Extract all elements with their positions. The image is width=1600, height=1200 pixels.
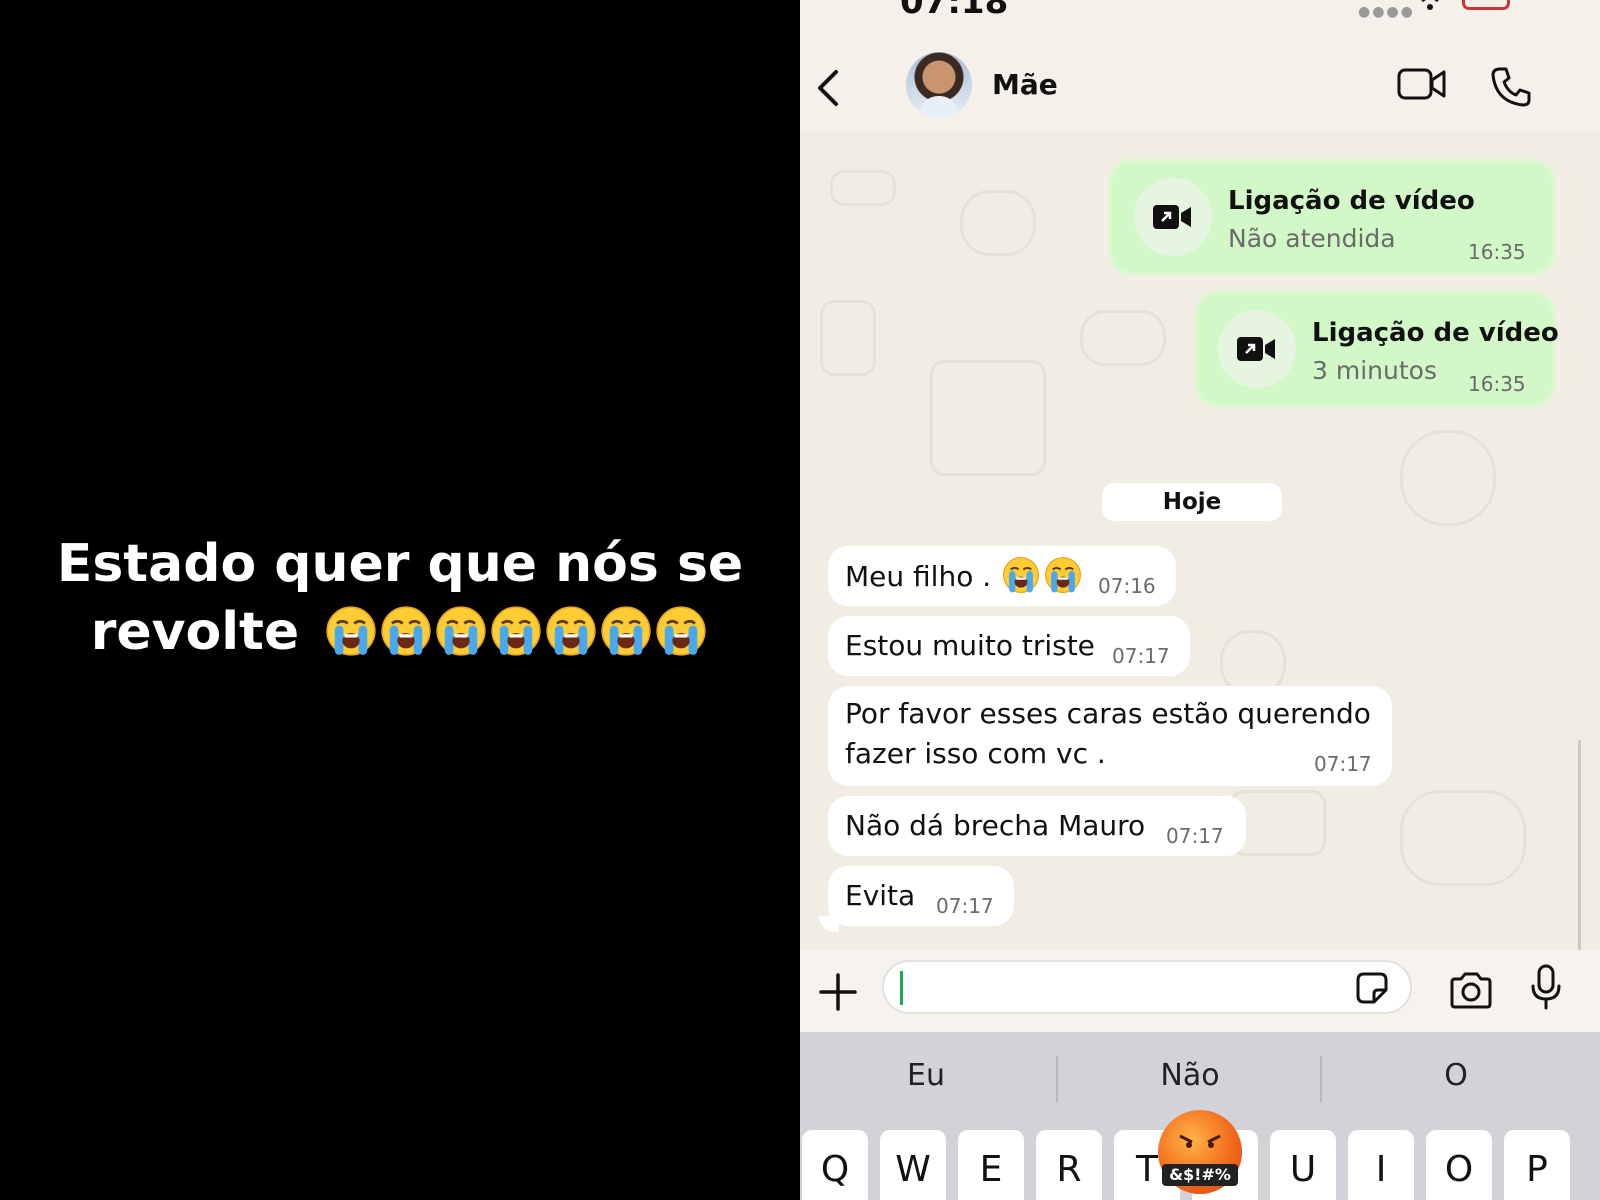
message-bubble[interactable]: Meu filho . 07:16 [828, 546, 1176, 606]
call-bubble[interactable]: Ligação de vídeo 3 minutos 16:35 [1198, 294, 1559, 404]
date-separator: Hoje [1102, 483, 1282, 521]
chevron-left-icon[interactable] [814, 68, 844, 108]
wifi-icon [1421, 0, 1439, 10]
message-text-line-1: Por favor esses caras estão querendo [845, 697, 1371, 730]
message-time: 07:16 [1098, 574, 1156, 598]
suggestion-divider [1320, 1056, 1322, 1102]
wallpaper-doodle [830, 170, 896, 206]
key-u[interactable]: U [1270, 1130, 1336, 1200]
loudly-crying-face-emoji [380, 605, 432, 657]
caption-emoji-row [317, 603, 709, 659]
plus-icon[interactable] [818, 972, 858, 1012]
suggestion-1[interactable]: Eu [800, 1058, 1056, 1093]
message-bubble[interactable]: Estou muito triste 07:17 [828, 616, 1190, 676]
story-caption: Estado quer que nós se revolte [40, 530, 760, 666]
battery-icon [1462, 0, 1510, 10]
video-camera-icon[interactable] [1396, 66, 1448, 102]
wallpaper-doodle [820, 300, 876, 376]
message-text-line-2: fazer isso com vc . [845, 737, 1106, 770]
wallpaper-doodle [1400, 790, 1526, 886]
message-text: Estou muito triste [845, 629, 1095, 662]
chat-area[interactable]: Ligação de vídeo Não atendida 16:35 Liga… [800, 130, 1600, 1040]
wallpaper-doodle [930, 360, 1046, 476]
bubble-tail [819, 916, 839, 932]
chat-header: Mãe [800, 40, 1600, 130]
symbols-bar: &$!#% [1162, 1164, 1238, 1186]
microphone-icon[interactable] [1530, 964, 1562, 1010]
caption-line-1: Estado quer que nós se [56, 534, 744, 594]
call-title: Ligação de vídeo [1312, 318, 1559, 348]
message-time: 07:17 [1166, 824, 1224, 848]
camera-icon[interactable] [1448, 972, 1494, 1010]
message-bubble[interactable]: Por favor esses caras estão querendo faz… [828, 686, 1392, 786]
sticker-icon[interactable] [1354, 970, 1390, 1006]
suggestion-divider [1056, 1056, 1058, 1102]
loudly-crying-face-emoji [655, 605, 707, 657]
caption-line-2: revolte [40, 598, 760, 666]
key-p[interactable]: P [1504, 1130, 1570, 1200]
phone-icon[interactable] [1490, 66, 1532, 108]
message-bubble[interactable]: Não dá brecha Mauro 07:17 [828, 796, 1246, 856]
caption-line-2-text: revolte [90, 602, 300, 662]
loudly-crying-face-emoji [545, 605, 597, 657]
whatsapp-screen: 07:18 ●●●● Mãe Ligação de vídeo Não aten… [800, 0, 1600, 1200]
call-status: Não atendida [1228, 224, 1396, 253]
status-time: 07:18 [900, 0, 1009, 22]
call-time: 16:35 [1468, 372, 1526, 396]
story-background: Estado quer que nós se revolte [0, 0, 800, 1200]
composer-bar [800, 950, 1600, 1032]
message-text-content: Meu filho . [845, 560, 992, 593]
contact-avatar[interactable] [906, 52, 972, 118]
keyboard: Eu Não O Q W E R T Y U I O P &$!#% [800, 1032, 1600, 1200]
contact-name[interactable]: Mãe [992, 68, 1058, 101]
message-time: 07:17 [936, 894, 994, 918]
suggestion-3[interactable]: O [1326, 1058, 1586, 1093]
message-bubble[interactable]: Evita 07:17 [828, 866, 1014, 926]
loudly-crying-face-emoji [1044, 556, 1082, 594]
loudly-crying-face-emoji [600, 605, 652, 657]
loudly-crying-face-emoji [435, 605, 487, 657]
message-time: 07:17 [1314, 752, 1372, 776]
message-text: Não dá brecha Mauro [845, 809, 1146, 842]
key-o[interactable]: O [1426, 1130, 1492, 1200]
wallpaper-doodle [1400, 430, 1496, 526]
message-text: Evita [845, 879, 916, 912]
call-bubble[interactable]: Ligação de vídeo Não atendida 16:35 [1112, 162, 1552, 272]
angry-face-symbols-emoji: &$!#% [1158, 1110, 1242, 1194]
loudly-crying-face-emoji [490, 605, 542, 657]
message-time: 07:17 [1112, 644, 1170, 668]
call-time: 16:35 [1468, 240, 1526, 264]
key-w[interactable]: W [880, 1130, 946, 1200]
wallpaper-doodle [960, 190, 1036, 256]
loudly-crying-face-emoji [1002, 556, 1040, 594]
signal-icon: ●●●● [1358, 4, 1415, 20]
video-call-outgoing-icon [1218, 310, 1296, 388]
message-input[interactable] [882, 960, 1412, 1014]
key-i[interactable]: I [1348, 1130, 1414, 1200]
key-e[interactable]: E [958, 1130, 1024, 1200]
call-duration: 3 minutos [1312, 356, 1437, 385]
loudly-crying-face-emoji [325, 605, 377, 657]
status-bar: 07:18 ●●●● [800, 0, 1600, 30]
key-q[interactable]: Q [802, 1130, 868, 1200]
wallpaper-doodle [1080, 310, 1166, 366]
call-title: Ligação de vídeo [1228, 186, 1475, 216]
text-caret [900, 971, 903, 1005]
key-r[interactable]: R [1036, 1130, 1102, 1200]
video-call-outgoing-icon [1134, 178, 1212, 256]
message-text: Meu filho . [845, 556, 1082, 597]
suggestion-2[interactable]: Não [1060, 1058, 1320, 1093]
